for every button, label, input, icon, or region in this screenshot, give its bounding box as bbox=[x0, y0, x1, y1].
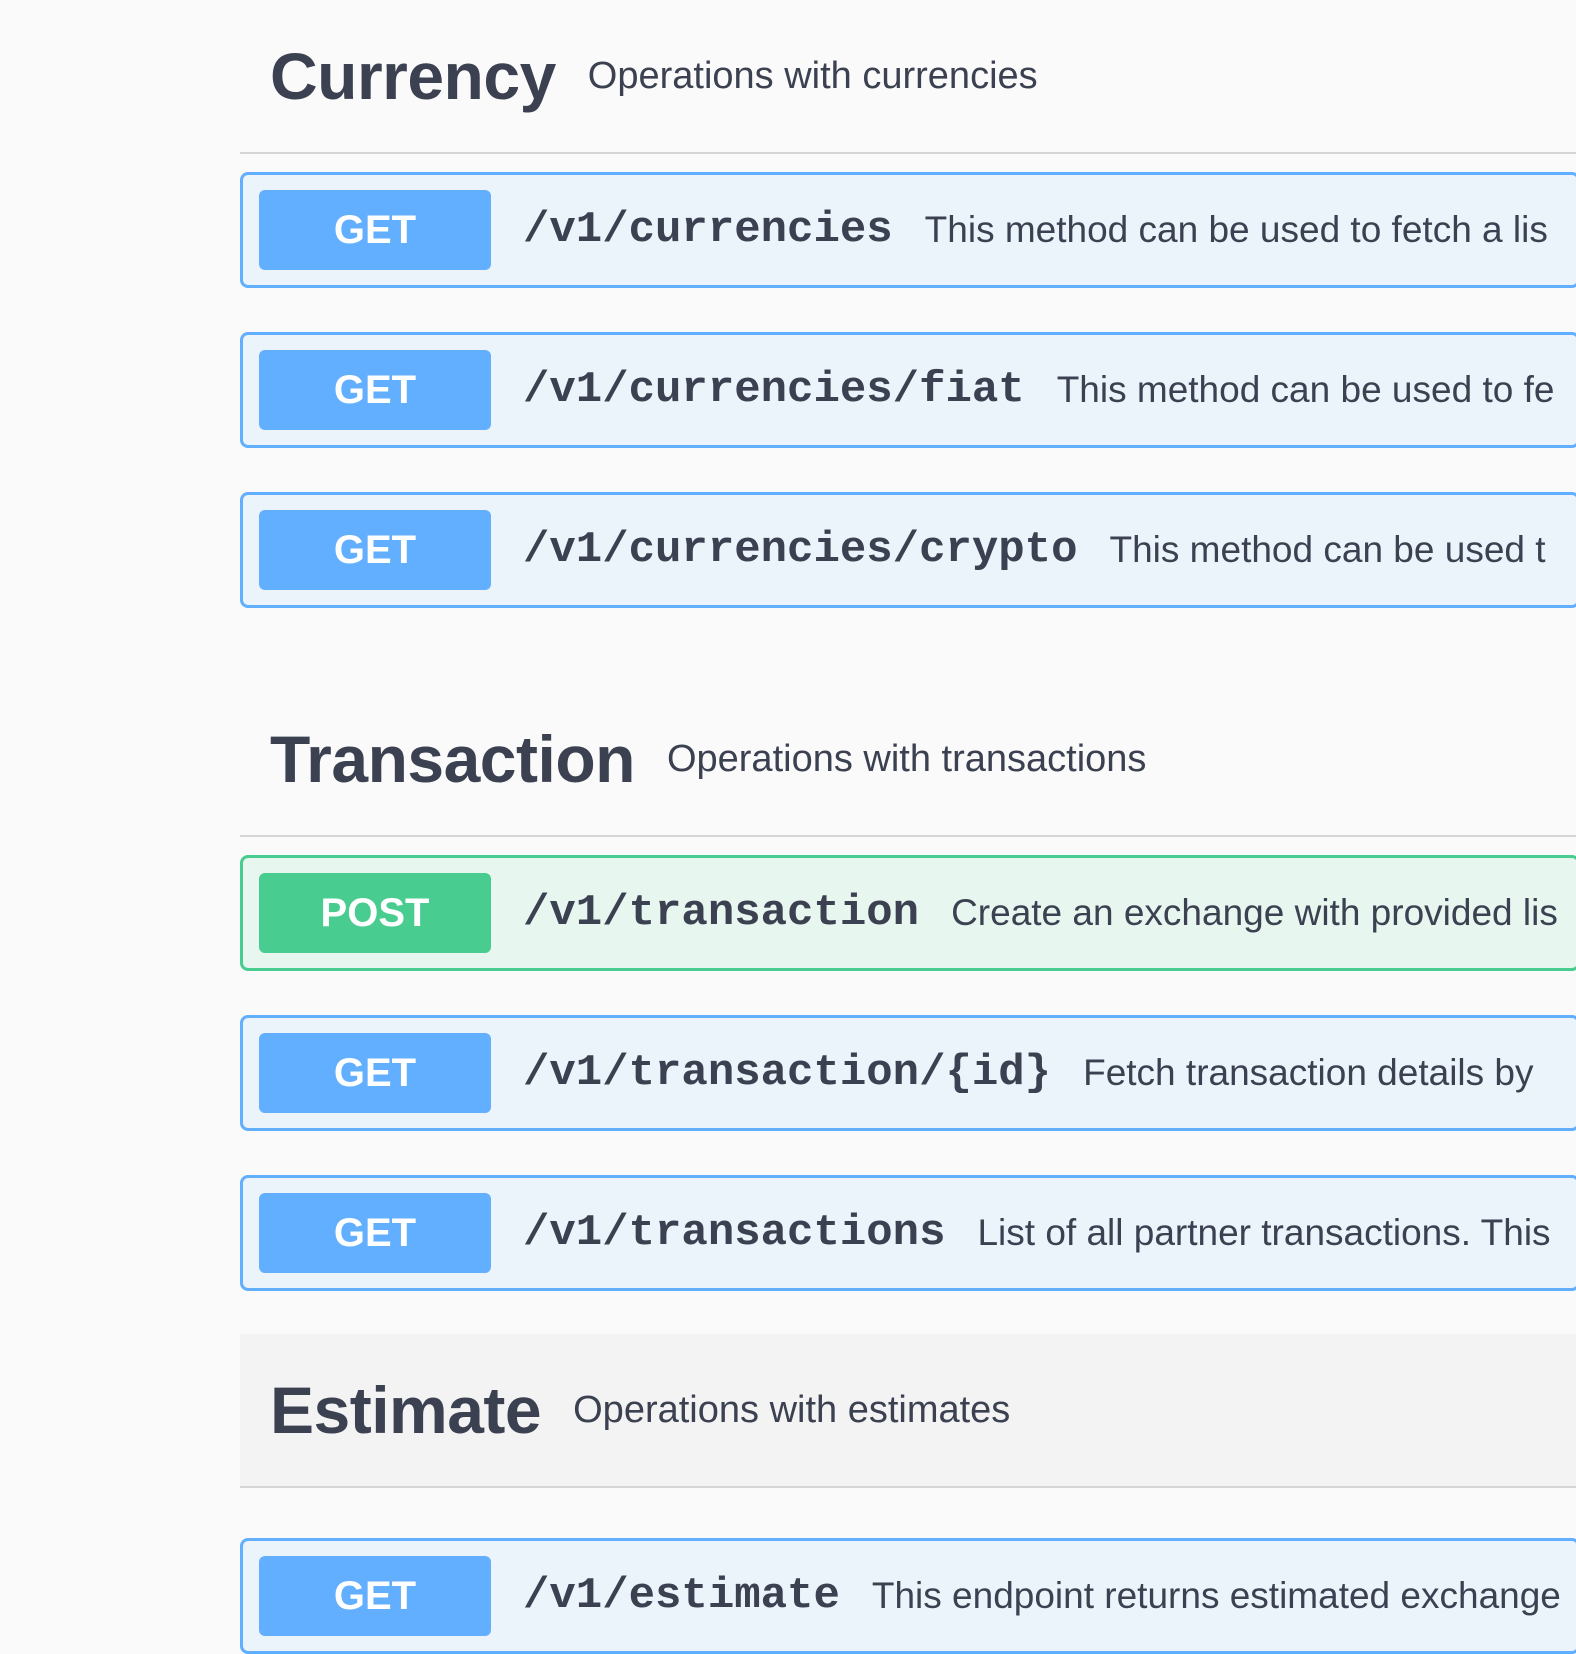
tag-description: Operations with transactions bbox=[666, 737, 1147, 780]
endpoint-path: /v1/currencies bbox=[523, 205, 893, 255]
tag-title: Currency bbox=[270, 39, 556, 113]
endpoint-summary: This method can be used to fetch a lis bbox=[924, 209, 1548, 250]
endpoint-path: /v1/currencies/fiat bbox=[523, 365, 1025, 415]
tag-header-transaction[interactable]: Transaction Operations with transactions bbox=[240, 683, 1576, 837]
method-badge: GET bbox=[259, 1193, 491, 1273]
method-badge: GET bbox=[259, 1033, 491, 1113]
tag-header-estimate[interactable]: Estimate Operations with estimates bbox=[240, 1334, 1576, 1488]
tag-section-transaction: Transaction Operations with transactions… bbox=[240, 683, 1576, 1291]
endpoint-path: /v1/currencies/crypto bbox=[523, 525, 1078, 575]
tag-section-estimate: Estimate Operations with estimates GET /… bbox=[240, 1334, 1576, 1654]
opblock-get-currencies-fiat[interactable]: GET /v1/currencies/fiat This method can … bbox=[240, 332, 1576, 448]
method-badge: GET bbox=[259, 350, 491, 430]
opblock-get-estimate[interactable]: GET /v1/estimate This endpoint returns e… bbox=[240, 1538, 1576, 1654]
endpoint-path: /v1/transaction/{id} bbox=[523, 1048, 1052, 1098]
tag-description: Operations with estimates bbox=[573, 1388, 1011, 1431]
tag-title: Estimate bbox=[270, 1373, 542, 1447]
endpoint-summary: Create an exchange with provided lis bbox=[951, 892, 1558, 933]
endpoint-summary: List of all partner transactions. This bbox=[977, 1212, 1551, 1253]
method-badge: GET bbox=[259, 510, 491, 590]
endpoint-path: /v1/transactions bbox=[523, 1208, 946, 1258]
endpoint-summary: This method can be used to fe bbox=[1056, 369, 1555, 410]
endpoint-path: /v1/transaction bbox=[523, 888, 920, 938]
method-badge: POST bbox=[259, 873, 491, 953]
opblock-get-currencies-crypto[interactable]: GET /v1/currencies/crypto This method ca… bbox=[240, 492, 1576, 608]
method-badge: GET bbox=[259, 1556, 491, 1636]
tag-title: Transaction bbox=[270, 722, 635, 796]
opblock-get-transactions[interactable]: GET /v1/transactions List of all partner… bbox=[240, 1175, 1576, 1291]
opblock-get-transaction-id[interactable]: GET /v1/transaction/{id} Fetch transacti… bbox=[240, 1015, 1576, 1131]
endpoint-summary: This endpoint returns estimated exchange bbox=[871, 1575, 1561, 1616]
tag-section-currency: Currency Operations with currencies GET … bbox=[240, 0, 1576, 608]
endpoint-summary: This method can be used t bbox=[1109, 529, 1546, 570]
opblock-post-transaction[interactable]: POST /v1/transaction Create an exchange … bbox=[240, 855, 1576, 971]
tag-header-currency[interactable]: Currency Operations with currencies bbox=[240, 0, 1576, 154]
endpoint-path: /v1/estimate bbox=[523, 1571, 840, 1621]
method-badge: GET bbox=[259, 190, 491, 270]
opblock-get-currencies[interactable]: GET /v1/currencies This method can be us… bbox=[240, 172, 1576, 288]
tag-description: Operations with currencies bbox=[587, 54, 1038, 97]
endpoint-summary: Fetch transaction details by bbox=[1083, 1052, 1534, 1093]
